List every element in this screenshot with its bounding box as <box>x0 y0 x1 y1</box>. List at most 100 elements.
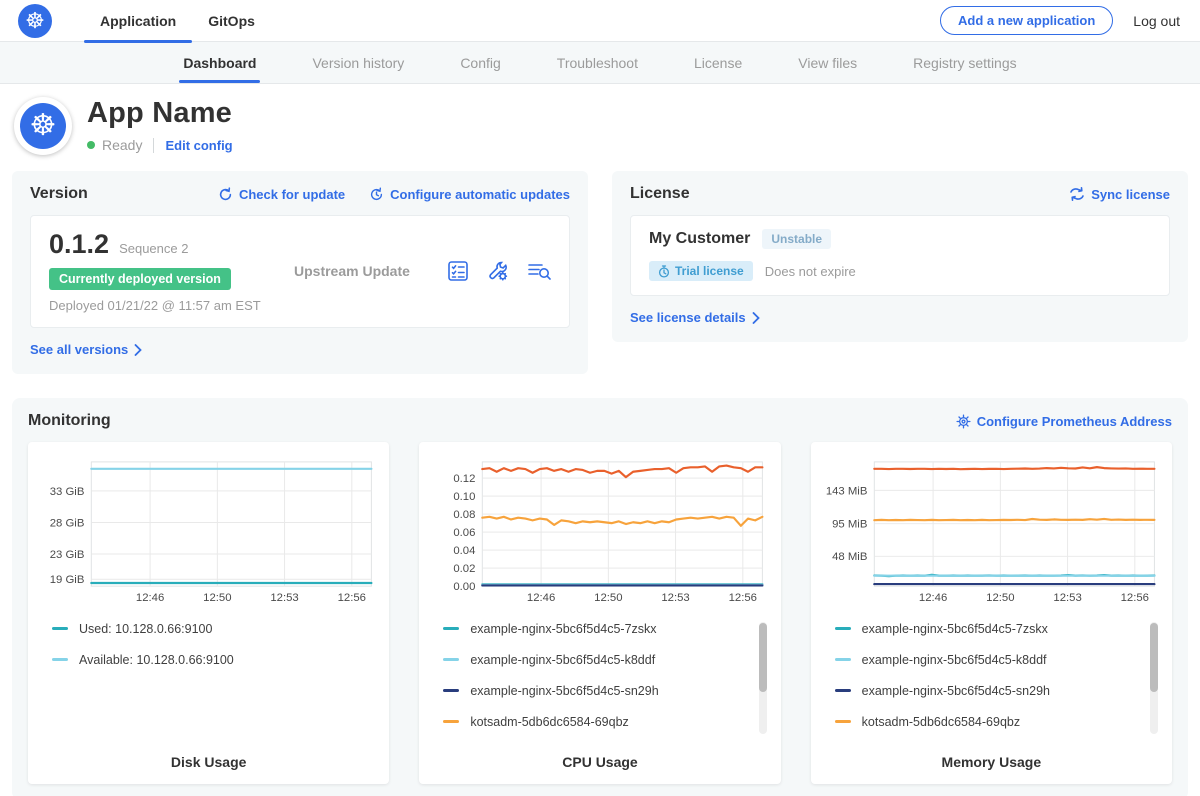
svg-text:0.00: 0.00 <box>454 581 476 593</box>
subnav-dashboard[interactable]: Dashboard <box>179 42 260 83</box>
legend-dash-icon <box>443 627 459 630</box>
version-source: Upstream Update <box>294 263 447 279</box>
subnav-registry-settings[interactable]: Registry settings <box>909 42 1020 83</box>
cpu-usage-chart-card: 12:4612:5012:5312:560.000.020.040.060.08… <box>419 442 780 784</box>
svg-text:33 GiB: 33 GiB <box>50 486 85 498</box>
subnav-troubleshoot[interactable]: Troubleshoot <box>553 42 642 83</box>
svg-text:0.02: 0.02 <box>454 563 476 575</box>
sync-license-link[interactable]: Sync license <box>1069 187 1170 202</box>
logout-link[interactable]: Log out <box>1133 13 1180 29</box>
subnav-license[interactable]: License <box>690 42 746 83</box>
tab-gitops[interactable]: GitOps <box>192 0 271 42</box>
legend-label: Available: 10.128.0.66:9100 <box>79 653 234 667</box>
app-title-block: App Name Ready Edit config <box>87 97 233 153</box>
legend-scrollbar-thumb[interactable] <box>759 623 767 692</box>
svg-text:12:46: 12:46 <box>919 592 947 604</box>
legend-dash-icon <box>835 689 851 692</box>
status-text: Ready <box>102 137 142 153</box>
legend-scrollbar[interactable] <box>1150 622 1158 734</box>
legend-scrollbar-thumb[interactable] <box>1150 623 1158 692</box>
legend-dash-icon <box>52 627 68 630</box>
version-number-row: 0.1.2 Sequence 2 <box>49 229 294 260</box>
legend-label: Used: 10.128.0.66:9100 <box>79 622 212 636</box>
legend-label: example-nginx-5bc6f5d4c5-7zskx <box>470 622 656 636</box>
disk-usage-chart-canvas: 12:4612:5012:5312:5619 GiB23 GiB28 GiB33… <box>40 454 377 610</box>
add-application-button[interactable]: Add a new application <box>940 6 1113 35</box>
legend-dash-icon <box>835 627 851 630</box>
legend-dash-icon <box>52 658 68 661</box>
legend-scrollbar[interactable] <box>759 622 767 734</box>
deployed-badge: Currently deployed version <box>49 268 231 290</box>
legend-item: example-nginx-5bc6f5d4c5-7zskx <box>443 622 752 636</box>
deploy-logs-icon[interactable] <box>527 260 551 282</box>
top-nav: ☸ Application GitOps Add a new applicati… <box>0 0 1200 42</box>
gear-icon <box>956 414 971 429</box>
customer-name: My Customer <box>649 230 750 248</box>
trial-license-badge: Trial license <box>649 261 753 281</box>
legend-dash-icon <box>835 720 851 723</box>
svg-text:12:50: 12:50 <box>203 592 231 604</box>
subnav-view-files[interactable]: View files <box>794 42 861 83</box>
configure-prometheus-link[interactable]: Configure Prometheus Address <box>956 414 1172 429</box>
subnav-dashboard-label: Dashboard <box>183 55 256 71</box>
legend-item: kotsadm-5db6dc6584-69qbz <box>443 715 752 729</box>
license-customer-row: My Customer Unstable <box>649 229 1151 249</box>
expiry-text: Does not expire <box>765 264 856 279</box>
svg-text:48 MiB: 48 MiB <box>832 551 867 563</box>
legend-item: example-nginx-5bc6f5d4c5-7zskx <box>835 622 1144 636</box>
see-license-details-label: See license details <box>630 310 746 325</box>
legend-item: example-nginx-5bc6f5d4c5-k8ddf <box>443 653 752 667</box>
legend-label: example-nginx-5bc6f5d4c5-k8ddf <box>862 653 1047 667</box>
configure-automatic-updates-link[interactable]: Configure automatic updates <box>369 187 570 202</box>
svg-text:0.10: 0.10 <box>454 491 476 503</box>
subnav-view-files-label: View files <box>798 55 857 71</box>
helm-wheel-glyph: ☸ <box>25 10 45 32</box>
version-card-actions: Check for update Configure automatic upd… <box>218 187 570 202</box>
version-card: Version Check for update Configure autom… <box>12 171 588 374</box>
memory-usage-legend: example-nginx-5bc6f5d4c5-7zskx example-ng… <box>823 622 1160 744</box>
cpu-usage-legend: example-nginx-5bc6f5d4c5-7zskx example-ng… <box>431 622 768 744</box>
see-license-details-link[interactable]: See license details <box>630 310 760 325</box>
subnav-license-label: License <box>694 55 742 71</box>
svg-text:12:56: 12:56 <box>1120 592 1148 604</box>
license-info-box: My Customer Unstable Trial license Does … <box>630 215 1170 296</box>
legend-item: example-nginx-5bc6f5d4c5-sn29h <box>835 684 1144 698</box>
channel-badge: Unstable <box>762 229 831 249</box>
monitoring-title: Monitoring <box>28 412 111 430</box>
preflight-checks-icon[interactable] <box>447 260 469 282</box>
kubernetes-app-icon: ☸ <box>20 103 66 149</box>
version-number: 0.1.2 <box>49 229 109 260</box>
license-card-title: License <box>630 185 690 203</box>
app-header: ☸ App Name Ready Edit config <box>0 84 1200 171</box>
svg-text:19 GiB: 19 GiB <box>50 574 85 586</box>
subnav-config[interactable]: Config <box>456 42 504 83</box>
charts-grid: 12:46 12:50 12:53 12:56 19 GiB 23 GiB 28 GiB 33… <box>28 442 1172 784</box>
app-status-row: Ready Edit config <box>87 137 233 153</box>
legend-label: kotsadm-5db6dc6584-69qbz <box>470 715 628 729</box>
current-version-box: 0.1.2 Sequence 2 Currently deployed vers… <box>30 215 570 328</box>
svg-text:12:56: 12:56 <box>729 592 757 604</box>
svg-text:0.06: 0.06 <box>454 527 476 539</box>
kubernetes-logo-icon: ☸ <box>18 4 52 38</box>
app-logo-icon: ☸ <box>14 97 72 155</box>
check-for-update-link[interactable]: Check for update <box>218 187 345 202</box>
edit-config-link[interactable]: Edit config <box>165 138 232 153</box>
subnav-registry-settings-label: Registry settings <box>913 55 1016 71</box>
subnav-version-history[interactable]: Version history <box>308 42 408 83</box>
svg-text:12:46: 12:46 <box>136 592 164 604</box>
top-nav-tabs: Application GitOps <box>84 0 271 42</box>
see-all-versions-link[interactable]: See all versions <box>30 342 142 357</box>
license-card-header: License Sync license <box>630 185 1170 203</box>
cpu-usage-chart-canvas: 12:4612:5012:5312:560.000.020.040.060.08… <box>431 454 768 610</box>
config-wrench-icon[interactable] <box>487 260 509 282</box>
license-card-footer: See license details <box>630 309 1170 327</box>
legend-item: Available: 10.128.0.66:9100 <box>52 653 361 667</box>
svg-text:23 GiB: 23 GiB <box>50 549 85 561</box>
tab-application[interactable]: Application <box>84 0 192 42</box>
svg-text:28 GiB: 28 GiB <box>50 517 85 529</box>
svg-text:12:53: 12:53 <box>1053 592 1081 604</box>
legend-label: example-nginx-5bc6f5d4c5-7zskx <box>862 622 1048 636</box>
deployed-timestamp: Deployed 01/21/22 @ 11:57 am EST <box>49 298 294 313</box>
version-card-header: Version Check for update Configure autom… <box>30 185 570 203</box>
page-title: App Name <box>87 97 233 130</box>
